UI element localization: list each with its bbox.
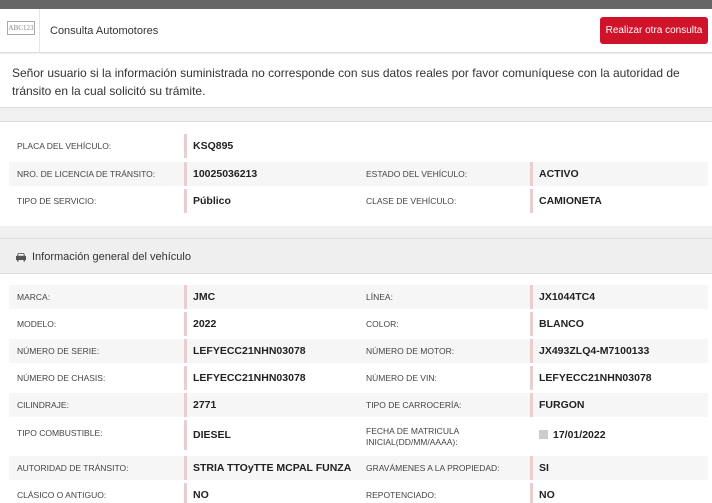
row-autoridad: AUTORIDAD DE TRÁNSITO: STRIA TTOyTTE MCP… bbox=[9, 456, 708, 480]
matricula-label-line1: FECHA DE MATRICULA bbox=[366, 426, 460, 436]
header: ABC123 Consulta Automotores Realizar otr… bbox=[0, 9, 712, 53]
servicio-label: TIPO DE SERVICIO: bbox=[17, 196, 97, 206]
row-serie: NÚMERO DE SERIE: LEFYECC21NHN03078 NÚMER… bbox=[9, 339, 708, 363]
top-bar bbox=[0, 0, 712, 9]
modelo-value: 2022 bbox=[184, 312, 216, 336]
matricula-value-wrap: 17/01/2022 bbox=[539, 420, 606, 450]
cilindraje-label: CILINDRAJE: bbox=[17, 400, 69, 410]
serie-value: LEFYECC21NHN03078 bbox=[184, 339, 306, 363]
row-combustible: TIPO COMBUSTIBLE: DIESEL FECHA DE MATRIC… bbox=[9, 420, 708, 450]
vin-label: NÚMERO DE VIN: bbox=[366, 373, 437, 383]
row-cilindraje: CILINDRAJE: 2771 TIPO DE CARROCERÍA: FUR… bbox=[9, 393, 708, 417]
placa-value: KSQ895 bbox=[184, 134, 233, 158]
row-marca: MARCA: JMC LÍNEA: JX1044TC4 bbox=[9, 285, 708, 309]
matricula-label: FECHA DE MATRICULA INICIAL(DD/MM/AAAA): bbox=[366, 426, 459, 448]
color-label: COLOR: bbox=[366, 319, 399, 329]
gravamenes-value: SI bbox=[530, 456, 549, 480]
placa-label: PLACA DEL VEHÍCULO: bbox=[17, 141, 112, 151]
marca-value: JMC bbox=[184, 285, 215, 309]
repotenciado-label: REPOTENCIADO: bbox=[366, 490, 437, 500]
combustible-label: TIPO COMBUSTIBLE: bbox=[17, 428, 103, 438]
matricula-value: 17/01/2022 bbox=[553, 429, 606, 441]
carroceria-value: FURGON bbox=[530, 393, 585, 417]
row-modelo: MODELO: 2022 COLOR: BLANCO bbox=[9, 312, 708, 336]
autoridad-value: STRIA TTOyTTE MCPAL FUNZA bbox=[184, 456, 351, 480]
licencia-label: NRO. DE LICENCIA DE TRÁNSITO: bbox=[17, 169, 156, 179]
row-licencia: NRO. DE LICENCIA DE TRÁNSITO: 1002503621… bbox=[9, 162, 708, 186]
motor-label: NÚMERO DE MOTOR: bbox=[366, 346, 455, 356]
servicio-value: Público bbox=[184, 189, 231, 213]
linea-value: JX1044TC4 bbox=[530, 285, 595, 309]
new-query-button[interactable]: Realizar otra consulta bbox=[600, 17, 708, 44]
estado-label: ESTADO DEL VEHÍCULO: bbox=[366, 169, 468, 179]
gravamenes-label: GRAVÁMENES A LA PROPIEDAD: bbox=[366, 463, 500, 473]
vin-value: LEFYECC21NHN03078 bbox=[530, 366, 652, 390]
logo: ABC123 bbox=[7, 21, 35, 35]
page-title: Consulta Automotores bbox=[50, 25, 159, 37]
licencia-value: 10025036213 bbox=[184, 162, 257, 186]
section-header: Información general del vehículo bbox=[0, 239, 712, 274]
general-info-card: Información general del vehículo MARCA: … bbox=[0, 238, 712, 503]
estado-value: ACTIVO bbox=[530, 162, 579, 186]
serie-label: NÚMERO DE SERIE: bbox=[17, 346, 100, 356]
summary-card: PLACA DEL VEHÍCULO: KSQ895 NRO. DE LICEN… bbox=[0, 121, 712, 226]
header-divider bbox=[39, 9, 40, 53]
linea-label: LÍNEA: bbox=[366, 292, 393, 302]
matricula-label-line2: INICIAL(DD/MM/AAAA): bbox=[366, 437, 458, 447]
repotenciado-value: NO bbox=[530, 483, 555, 503]
autoridad-label: AUTORIDAD DE TRÁNSITO: bbox=[17, 463, 129, 473]
chasis-value: LEFYECC21NHN03078 bbox=[184, 366, 306, 390]
car-icon bbox=[16, 253, 26, 262]
clasico-label: CLÁSICO O ANTIGUO: bbox=[17, 490, 107, 500]
modelo-label: MODELO: bbox=[17, 319, 57, 329]
row-clasico: CLÁSICO O ANTIGUO: NO REPOTENCIADO: NO bbox=[9, 483, 708, 503]
calendar-icon bbox=[539, 430, 548, 439]
section-title: Información general del vehículo bbox=[32, 251, 191, 263]
notice-text: Señor usuario si la información suminist… bbox=[0, 54, 712, 108]
row-chasis: NÚMERO DE CHASIS: LEFYECC21NHN03078 NÚME… bbox=[9, 366, 708, 390]
chasis-label: NÚMERO DE CHASIS: bbox=[17, 373, 106, 383]
clase-label: CLASE DE VEHÍCULO: bbox=[366, 196, 457, 206]
combustible-value: DIESEL bbox=[184, 420, 231, 450]
carroceria-label: TIPO DE CARROCERÍA: bbox=[366, 400, 462, 410]
clasico-value: NO bbox=[184, 483, 209, 503]
cilindraje-value: 2771 bbox=[184, 393, 216, 417]
color-value: BLANCO bbox=[530, 312, 584, 336]
clase-value: CAMIONETA bbox=[530, 189, 602, 213]
motor-value: JX493ZLQ4-M7100133 bbox=[530, 339, 649, 363]
row-servicio: TIPO DE SERVICIO: Público CLASE DE VEHÍC… bbox=[9, 189, 708, 213]
marca-label: MARCA: bbox=[17, 292, 51, 302]
row-placa: PLACA DEL VEHÍCULO: KSQ895 bbox=[9, 134, 708, 158]
